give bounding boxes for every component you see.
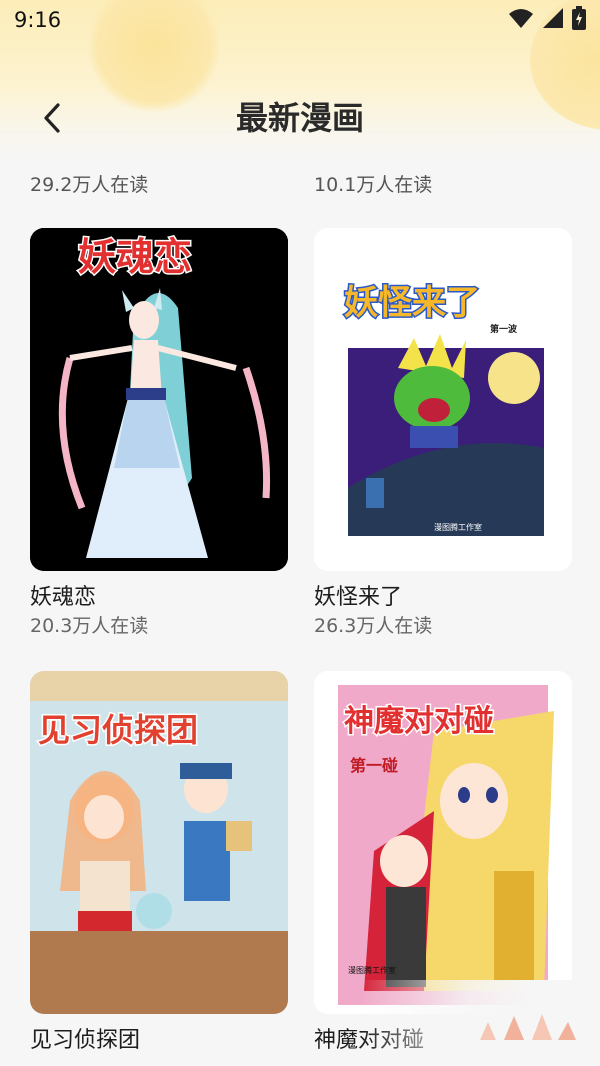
cover-publisher: 漫图腾工作室 <box>348 965 396 975</box>
cover-illustration: 神魔对对碰 第一碰 漫图腾工作室 <box>314 671 572 1014</box>
reader-count: 20.3万人在读 <box>30 615 149 637</box>
comic-card[interactable]: 见习侦探团 见习侦探团 <box>30 671 288 1056</box>
status-time: 9:16 <box>14 8 62 32</box>
comic-title[interactable]: 妖怪来了 <box>314 583 572 613</box>
comic-card[interactable]: 妖魂恋 妖魂恋 20.3万人在读 <box>30 228 288 639</box>
status-icons <box>508 6 586 34</box>
cover-illustration: 妖怪来了 第一波 漫图腾工作室 <box>314 228 572 571</box>
signal-icon <box>542 7 564 33</box>
watermark-logo <box>480 1014 576 1040</box>
status-bar: 9:16 <box>0 0 600 40</box>
battery-icon <box>572 6 586 34</box>
comic-cover[interactable]: 妖魂恋 <box>30 228 288 571</box>
comic-cover[interactable]: 神魔对对碰 第一碰 漫图腾工作室 <box>314 671 572 1014</box>
reader-count: 29.2万人在读 <box>30 174 149 196</box>
navigation-bar: 最新漫画 <box>0 88 600 148</box>
comic-title[interactable]: 见习侦探团 <box>30 1026 288 1056</box>
reader-count: 26.3万人在读 <box>314 615 433 637</box>
cover-subtitle: 第一波 <box>490 323 518 335</box>
wifi-icon <box>508 7 534 33</box>
comic-cover[interactable]: 妖怪来了 第一波 漫图腾工作室 <box>314 228 572 571</box>
comic-cover[interactable]: 见习侦探团 <box>30 671 288 1014</box>
cover-illustration: 妖魂恋 <box>30 228 288 571</box>
partial-list-row: 29.2万人在读 10.1万人在读 <box>0 170 600 206</box>
cover-title: 妖怪来了 <box>344 283 480 323</box>
page-title: 最新漫画 <box>235 99 364 137</box>
cover-publisher: 漫图腾工作室 <box>434 522 482 532</box>
comic-title[interactable]: 妖魂恋 <box>30 583 288 613</box>
comic-card[interactable]: 妖怪来了 第一波 漫图腾工作室 妖怪来了 26.3万人在读 <box>314 228 572 639</box>
cover-title: 见习侦探团 <box>38 711 198 749</box>
cover-subtitle: 第一碰 <box>350 756 398 775</box>
cover-title: 妖魂恋 <box>78 235 192 279</box>
cover-illustration: 见习侦探团 <box>30 671 288 1014</box>
cover-title: 神魔对对碰 <box>344 704 494 739</box>
reader-count: 10.1万人在读 <box>314 174 433 196</box>
